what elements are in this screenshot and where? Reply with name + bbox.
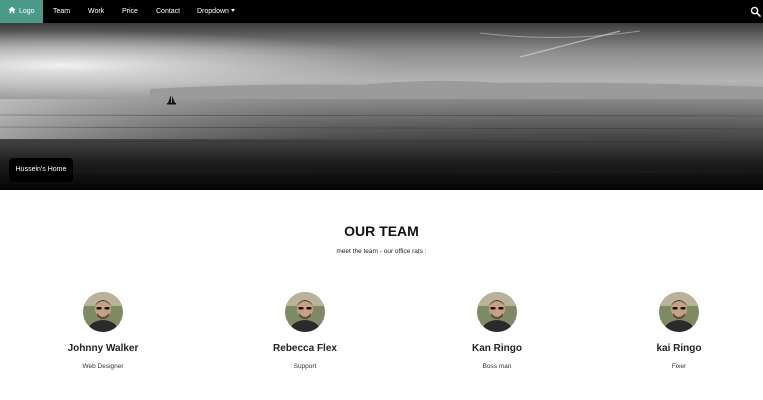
nav-item-contact[interactable]: Contact bbox=[156, 0, 180, 23]
team-section-subtitle: meet the team - our office rats : bbox=[336, 248, 427, 255]
nav-item-price[interactable]: Price bbox=[122, 0, 138, 23]
search-icon[interactable] bbox=[750, 6, 761, 17]
member-avatar bbox=[285, 292, 325, 332]
nav-item-team[interactable]: Team bbox=[53, 0, 70, 23]
member-role: Web Designer bbox=[82, 363, 124, 370]
caret-down-icon bbox=[230, 9, 235, 12]
team-section-title: OUR TEAM bbox=[344, 223, 419, 239]
member-avatar bbox=[659, 292, 699, 332]
hero-seascape-image bbox=[0, 23, 763, 190]
nav-dropdown-label: Dropdown bbox=[197, 8, 229, 15]
top-navbar: Logo Team Work Price Contact Dropdown bbox=[0, 0, 763, 23]
member-name: Kan Ringo bbox=[472, 343, 522, 354]
nav-item-dropdown[interactable]: Dropdown bbox=[197, 0, 235, 23]
member-avatar bbox=[83, 292, 123, 332]
hero-caption: Hussein's Home bbox=[9, 158, 73, 182]
member-role: Boss man bbox=[482, 363, 512, 370]
member-name: Johnny Walker bbox=[67, 343, 139, 354]
member-role: Support bbox=[293, 363, 317, 370]
member-name: Rebecca Flex bbox=[273, 343, 337, 354]
home-icon bbox=[8, 6, 16, 14]
member-role: Fixer bbox=[671, 363, 687, 370]
nav-logo-label: Logo bbox=[19, 8, 35, 15]
team-member-card: kai Ringo Fixer bbox=[609, 292, 749, 370]
team-member-card: Johnny Walker Web Designer bbox=[33, 292, 173, 370]
nav-logo-link[interactable]: Logo bbox=[0, 0, 43, 23]
hero-banner bbox=[0, 23, 763, 190]
member-avatar bbox=[477, 292, 517, 332]
team-member-card: Rebecca Flex Support bbox=[235, 292, 375, 370]
member-name: kai Ringo bbox=[656, 343, 702, 354]
nav-item-work[interactable]: Work bbox=[88, 0, 104, 23]
team-member-card: Kan Ringo Boss man bbox=[427, 292, 567, 370]
